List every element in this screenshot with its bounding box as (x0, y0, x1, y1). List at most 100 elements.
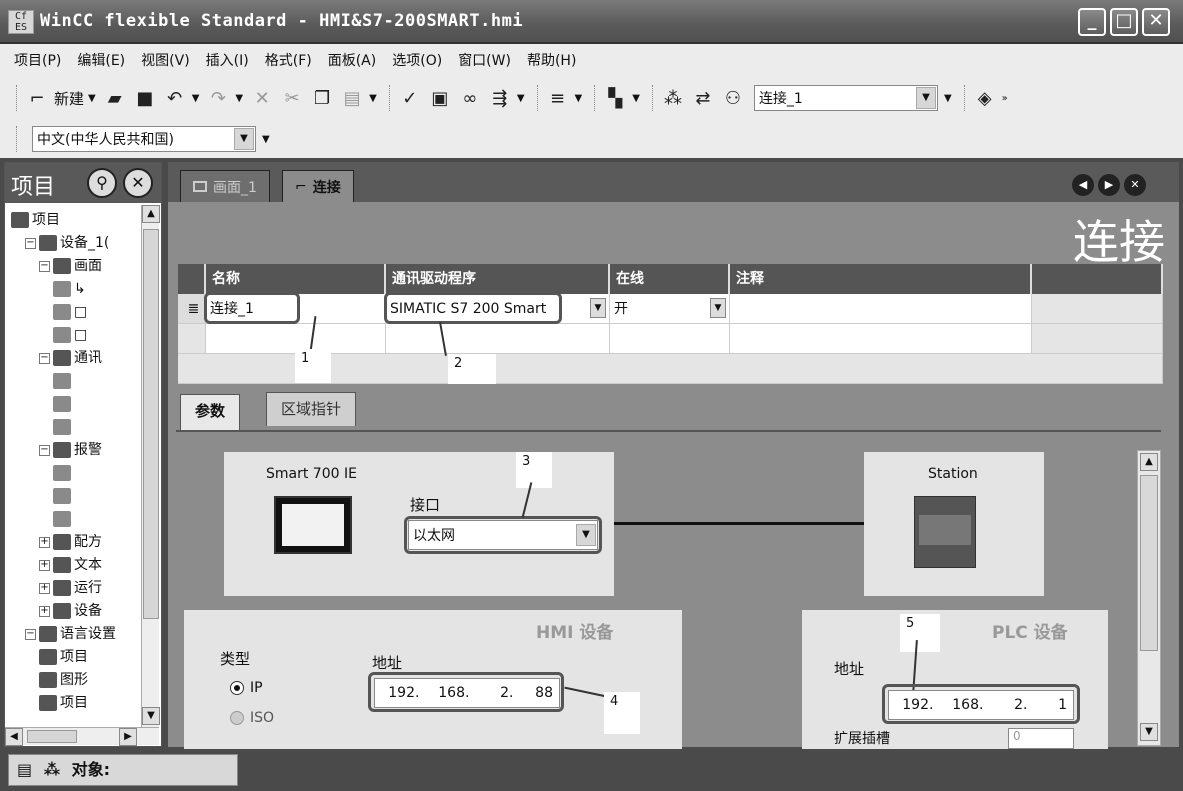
parameters-scroll-thumb[interactable] (1140, 475, 1158, 651)
tree-scroll-thumb[interactable] (143, 229, 159, 619)
menu-options[interactable]: 选项(O) (392, 50, 442, 70)
empty-cell[interactable] (386, 324, 610, 354)
transfer-icon[interactable]: ⇶ (487, 85, 513, 111)
tree-expander-icon[interactable]: − (39, 260, 50, 272)
tree-item[interactable]: □ (53, 301, 87, 323)
tree-item[interactable] (53, 393, 74, 415)
tab-parameters[interactable]: 参数 (180, 394, 241, 430)
save-icon[interactable]: ■ (132, 85, 158, 111)
cell-comment[interactable] (730, 294, 1032, 324)
scroll-up-icon[interactable]: ▲ (1140, 453, 1158, 471)
connection-select[interactable]: 连接_1 ▼ (753, 85, 938, 111)
tree-item[interactable] (53, 462, 74, 484)
copy-icon[interactable]: ❐ (309, 85, 335, 111)
tree-item[interactable]: □ (53, 324, 87, 346)
menu-window[interactable]: 窗口(W) (458, 50, 511, 70)
minimize-button[interactable]: _ (1078, 8, 1106, 36)
close-button[interactable]: ✕ (1142, 8, 1170, 36)
tree-hscroll-thumb[interactable] (27, 730, 77, 743)
paste-dropdown-icon[interactable]: ▼ (369, 93, 377, 104)
tab-area-pointers[interactable]: 区域指针 (266, 392, 357, 426)
language-select[interactable]: 中文(中华人民共和国) ▼ (32, 126, 256, 152)
chevron-down-icon[interactable]: ▼ (915, 87, 936, 109)
row-selector-icon[interactable]: ≣ (178, 294, 206, 324)
tree-item[interactable] (53, 370, 74, 392)
scroll-down-icon[interactable]: ▼ (1140, 723, 1158, 741)
help-book-icon[interactable]: ◈ (972, 85, 998, 111)
library-dropdown-icon[interactable]: ▼ (632, 93, 640, 104)
menu-edit[interactable]: 编辑(E) (77, 50, 125, 70)
column-header-online[interactable]: 在线 (610, 264, 730, 294)
tree-item[interactable]: 图形 (39, 669, 88, 691)
tree-expander-icon[interactable]: − (25, 237, 36, 249)
tree-item[interactable] (53, 485, 74, 507)
cell-online[interactable]: 开 ▼ (610, 294, 730, 324)
radio-unselected-icon[interactable] (230, 711, 244, 725)
tree-item[interactable] (53, 416, 74, 438)
scroll-down-icon[interactable]: ▼ (142, 707, 160, 725)
type-iso-radio[interactable]: ISO (230, 710, 274, 726)
close-editor-icon[interactable]: ✕ (1124, 174, 1146, 196)
pin-icon[interactable]: ⚲ (87, 168, 117, 198)
tree-item[interactable]: 项目 (11, 209, 60, 231)
undo-icon[interactable]: ↶ (162, 85, 188, 111)
redo-icon[interactable]: ↷ (205, 85, 231, 111)
empty-cell[interactable] (730, 324, 1032, 354)
menu-project[interactable]: 项目(P) (14, 50, 61, 70)
tree-expander-icon[interactable]: + (39, 536, 50, 548)
scroll-up-icon[interactable]: ▲ (142, 205, 160, 223)
maximize-button[interactable]: □ (1110, 8, 1138, 36)
tree-expander-icon[interactable]: + (39, 559, 50, 571)
tree-item[interactable]: + 运行 (39, 577, 102, 599)
sync-icon[interactable]: ⇄ (690, 85, 716, 111)
connect-icon[interactable]: ⁂ (660, 85, 686, 111)
empty-cell[interactable] (610, 324, 730, 354)
next-editor-icon[interactable]: ▶ (1098, 174, 1120, 196)
cut-icon[interactable]: ✂ (279, 85, 305, 111)
menu-help[interactable]: 帮助(H) (527, 50, 576, 70)
object-status-field[interactable]: ▤ ⁂ 对象: (8, 754, 238, 786)
parameters-vertical-scrollbar[interactable]: ▲ ▼ (1137, 450, 1161, 746)
undo-dropdown-icon[interactable]: ▼ (192, 93, 200, 104)
empty-row-selector[interactable] (178, 324, 206, 354)
expansion-slot-field[interactable]: 0 (1008, 728, 1074, 749)
menu-faceplates[interactable]: 面板(A) (328, 50, 377, 70)
library-icon[interactable]: ▚ (602, 85, 628, 111)
align-dropdown-icon[interactable]: ▼ (575, 93, 583, 104)
column-header-comment[interactable]: 注释 (730, 264, 1032, 294)
tree-item[interactable]: − 通讯 (39, 347, 102, 369)
tree-item[interactable]: 项目 (39, 692, 88, 714)
paste-icon[interactable]: ▤ (339, 85, 365, 111)
menu-insert[interactable]: 插入(I) (206, 50, 249, 70)
tree-expander-icon[interactable]: − (39, 352, 50, 364)
new-icon[interactable]: ⌐ (24, 85, 50, 111)
tab-screen-1[interactable]: 画面_1 (180, 170, 270, 202)
tree-item[interactable]: − 报警 (39, 439, 102, 461)
tree-item[interactable]: 项目 (39, 646, 88, 668)
toolbar-more-icon[interactable]: » (1002, 93, 1008, 104)
tree-item[interactable]: + 配方 (39, 531, 102, 553)
tree-item[interactable]: + 设备 (39, 600, 102, 622)
new-button[interactable]: 新建 (54, 88, 84, 109)
tree-item[interactable]: − 语言设置 (25, 623, 116, 645)
tree-expander-icon[interactable]: + (39, 582, 50, 594)
column-header-driver[interactable]: 通讯驱动程序 (386, 264, 610, 294)
align-icon[interactable]: ≡ (545, 85, 571, 111)
tree-horizontal-scrollbar[interactable]: ◀ ▶ (5, 727, 159, 746)
type-ip-radio[interactable]: IP (230, 680, 263, 696)
tab-connections[interactable]: ⌐ 连接 (282, 170, 354, 202)
previous-editor-icon[interactable]: ◀ (1072, 174, 1094, 196)
redo-dropdown-icon[interactable]: ▼ (235, 93, 243, 104)
go-online-icon[interactable]: ⚇ (720, 85, 746, 111)
chevron-down-icon[interactable]: ▼ (234, 128, 254, 150)
toolbar-overflow-icon[interactable]: ▼ (944, 93, 952, 104)
tree-item[interactable]: − 设备_1( (25, 232, 109, 254)
compile-icon[interactable]: ▣ (427, 85, 453, 111)
tree-item[interactable]: ↳ (53, 278, 86, 300)
tree-item[interactable]: + 文本 (39, 554, 102, 576)
column-header-name[interactable]: 名称 (206, 264, 386, 294)
tree-expander-icon[interactable]: − (39, 444, 50, 456)
scroll-left-icon[interactable]: ◀ (5, 728, 23, 746)
scroll-right-icon[interactable]: ▶ (119, 728, 137, 746)
new-dropdown-icon[interactable]: ▼ (88, 93, 96, 104)
